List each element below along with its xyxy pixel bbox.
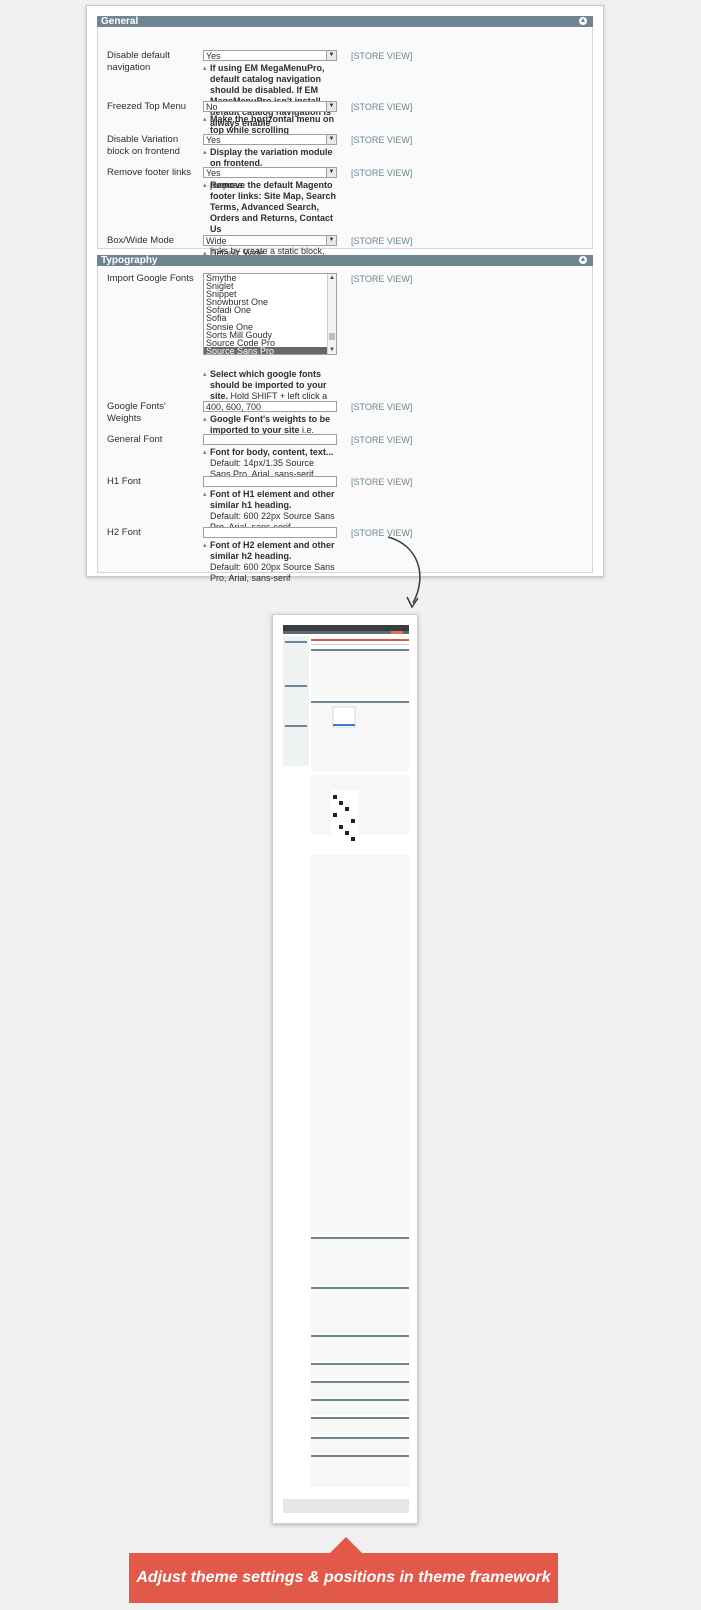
banner-text: Adjust theme settings & positions in the…	[136, 1569, 551, 1586]
chevron-down-icon[interactable]: ▼	[326, 51, 336, 60]
field-label: General Font	[107, 434, 163, 445]
field-note: Font of H2 element and other similar h2 …	[203, 540, 337, 584]
scroll-down-icon[interactable]: ▼	[328, 346, 336, 354]
collapse-icon[interactable]: ▲	[579, 256, 587, 264]
full-page-thumbnail	[272, 614, 418, 1524]
h2-font-input[interactable]	[203, 527, 337, 538]
section-body-general: Disable default navigation Yes ▼ If usin…	[97, 27, 593, 289]
section-title: Typography	[101, 255, 158, 266]
note-bold: Make the horizontal menu on top while sc…	[210, 114, 335, 135]
curved-arrow-icon	[387, 536, 421, 609]
note-bold: Remove the default Magento footer links:…	[210, 180, 337, 234]
field-container: No ▼ Make the horizontal menu on top whi…	[203, 101, 337, 136]
collapse-icon[interactable]: ▲	[579, 17, 587, 25]
config-row: Box/Wide Mode Wide ▼ Default: Wide [STOR…	[98, 235, 592, 259]
note-text: Default: 600 20px Source Sans Pro, Arial…	[210, 562, 335, 583]
feature-banner: Adjust theme settings & positions in the…	[129, 1553, 558, 1603]
field-container: Font of H2 element and other similar h2 …	[203, 527, 337, 584]
field-container: Font of H1 element and other similar h1 …	[203, 476, 337, 533]
config-row: General Font Font for body, content, tex…	[98, 434, 592, 479]
field-label: Google Fonts' Weights	[107, 401, 166, 424]
field-container: Font for body, content, text...Default: …	[203, 434, 337, 480]
admin-page-thumbnail-graphic	[273, 615, 417, 1523]
field-container: Smythe Sniglet Snippet Snowburst One Sof…	[203, 273, 337, 413]
note-bold: Font for body, content, text...	[210, 447, 334, 457]
select-remove-footer-links[interactable]: Yes ▼	[203, 167, 337, 178]
config-row: Google Fonts' Weights 400, 600, 700 Goog…	[98, 401, 592, 446]
scope-label: [STORE VIEW]	[351, 236, 413, 246]
scope-label: [STORE VIEW]	[351, 477, 413, 487]
config-panel: General ▲ Disable default navigation Yes…	[86, 5, 604, 583]
field-label: H1 Font	[107, 476, 141, 487]
field-label: Remove footer links	[107, 167, 191, 178]
scroll-up-icon[interactable]: ▲	[328, 274, 336, 282]
scope-label: [STORE VIEW]	[351, 51, 413, 61]
scope-label: [STORE VIEW]	[351, 402, 413, 412]
config-row: Freezed Top Menu No ▼ Make the horizonta…	[98, 101, 592, 135]
config-row: Remove footer links Yes ▼ Remove the def…	[98, 167, 592, 289]
section-title: General	[101, 16, 139, 27]
banner-notch	[330, 1537, 362, 1553]
config-row: Disable default navigation Yes ▼ If usin…	[98, 50, 592, 128]
select-disable-navigation[interactable]: Yes ▼	[203, 50, 337, 61]
scope-label: [STORE VIEW]	[351, 435, 413, 445]
field-label: Box/Wide Mode	[107, 235, 175, 246]
scrollbar-thumb[interactable]	[329, 333, 335, 340]
h1-font-input[interactable]	[203, 476, 337, 487]
select-value: No	[206, 102, 218, 112]
section-header-general[interactable]: General ▲	[97, 16, 593, 27]
scope-label: [STORE VIEW]	[351, 274, 413, 284]
field-note: Make the horizontal menu on top while sc…	[203, 114, 337, 136]
field-label: Disable default navigation	[107, 50, 170, 73]
note-bold: Font of H1 element and other similar h1 …	[210, 489, 335, 510]
note-bold: Display the variation module on frontend…	[210, 147, 333, 168]
config-row: H2 Font Font of H2 element and other sim…	[98, 527, 592, 583]
config-row: H1 Font Font of H1 element and other sim…	[98, 476, 592, 532]
scope-label: [STORE VIEW]	[351, 102, 413, 112]
select-box-wide-mode[interactable]: Wide ▼	[203, 235, 337, 246]
chevron-down-icon[interactable]: ▼	[326, 168, 336, 177]
scrollbar[interactable]: ▲ ▼	[327, 274, 336, 354]
note-bold: Font of H2 element and other similar h2 …	[210, 540, 335, 561]
chevron-down-icon[interactable]: ▼	[326, 102, 336, 111]
select-value: Yes	[206, 168, 221, 178]
select-value: Yes	[206, 135, 221, 145]
section-header-typography[interactable]: Typography ▲	[97, 255, 593, 266]
field-label: H2 Font	[107, 527, 141, 538]
google-fonts-multiselect[interactable]: Smythe Sniglet Snippet Snowburst One Sof…	[203, 273, 337, 355]
config-row: Disable Variation block on frontend Yes …	[98, 134, 592, 190]
field-label: Import Google Fonts	[107, 273, 194, 284]
select-disable-variation[interactable]: Yes ▼	[203, 134, 337, 145]
chevron-down-icon[interactable]: ▼	[326, 135, 336, 144]
field-label: Freezed Top Menu	[107, 101, 187, 112]
config-sections: General ▲ Disable default navigation Yes…	[97, 16, 593, 583]
scope-label: [STORE VIEW]	[351, 168, 413, 178]
google-fonts-weights-input[interactable]: 400, 600, 700	[203, 401, 337, 412]
select-freezed-top-menu[interactable]: No ▼	[203, 101, 337, 112]
field-label: Disable Variation block on frontend	[107, 134, 180, 157]
chevron-down-icon[interactable]: ▼	[326, 236, 336, 245]
select-value: Wide	[206, 236, 227, 246]
section-body-typography: Import Google Fonts Smythe Sniglet Snipp…	[97, 266, 593, 583]
scope-label: [STORE VIEW]	[351, 135, 413, 145]
config-row: Import Google Fonts Smythe Sniglet Snipp…	[98, 273, 592, 412]
select-value: Yes	[206, 51, 221, 61]
font-option-selected[interactable]: Source Sans Pro	[204, 346, 336, 354]
general-font-input[interactable]	[203, 434, 337, 445]
